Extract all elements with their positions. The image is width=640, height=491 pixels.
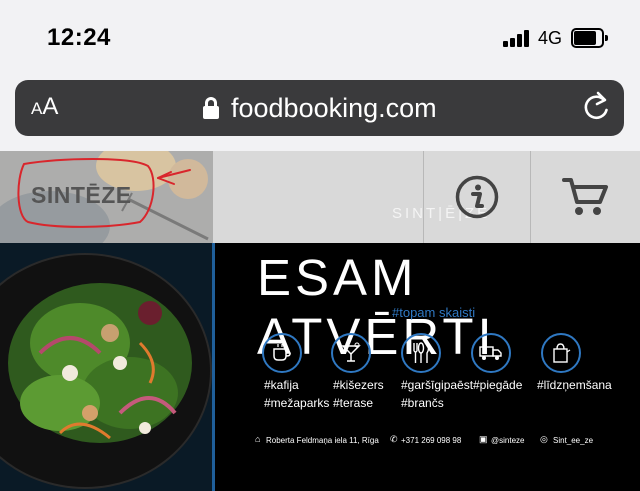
lock-icon — [203, 97, 219, 119]
takeaway-bag-icon — [541, 333, 591, 373]
instagram-icon: ◎ — [540, 434, 548, 444]
footer-facebook: @sinteze — [491, 436, 525, 445]
facebook-icon: ▣ — [479, 434, 488, 444]
service-label: #garšīgipaēst — [401, 378, 474, 392]
info-button[interactable] — [424, 151, 530, 243]
service-label: #kafija — [264, 378, 299, 392]
cart-button[interactable] — [531, 151, 640, 243]
home-icon: ⌂ — [255, 434, 261, 444]
url-field[interactable]: foodbooking.com — [203, 91, 437, 125]
footer-phone: +371 269 098 98 — [401, 436, 462, 445]
banner-accent-line — [212, 243, 215, 491]
service-label: #brančs — [401, 396, 444, 410]
battery-icon — [571, 28, 608, 48]
status-bar: 12:24 4G — [0, 0, 640, 74]
info-icon — [455, 175, 499, 219]
service-label: #līdzņemšana — [537, 378, 612, 392]
footer-address: Roberta Feldmaņa iela 11, Rīga — [266, 436, 379, 445]
text-size-large-label: A — [42, 93, 59, 120]
text-size-small-label: A — [31, 99, 43, 118]
annotation-circle-arrow — [17, 158, 191, 228]
banner-tagline: #topam skaisti — [392, 305, 476, 320]
service-label: #terase — [333, 396, 374, 410]
cutlery-icon — [401, 333, 451, 373]
reload-icon[interactable] — [581, 91, 611, 123]
url-text: foodbooking.com — [231, 92, 437, 123]
service-label: #kišezers — [333, 378, 384, 392]
address-bar[interactable]: AA foodbooking.com — [15, 80, 624, 136]
cocktail-glass-icon — [331, 333, 381, 373]
service-label: #piegāde — [473, 378, 523, 392]
text-size-button[interactable]: AA — [31, 93, 58, 121]
salad-photo — [0, 243, 213, 491]
coffee-cup-icon — [262, 333, 312, 373]
delivery-truck-icon — [471, 333, 521, 373]
cellular-signal-icon — [503, 30, 531, 47]
phone-screen: 12:24 4G AA foodbooking.com SINT|Ē|ZE SI… — [0, 0, 640, 491]
footer-instagram: Sint_ee_ze — [553, 436, 594, 445]
shopping-cart-icon — [561, 178, 608, 215]
network-type: 4G — [538, 28, 563, 48]
status-time: 12:24 — [47, 24, 111, 51]
phone-icon: ✆ — [390, 434, 398, 444]
service-label: #mežaparks — [264, 396, 330, 410]
